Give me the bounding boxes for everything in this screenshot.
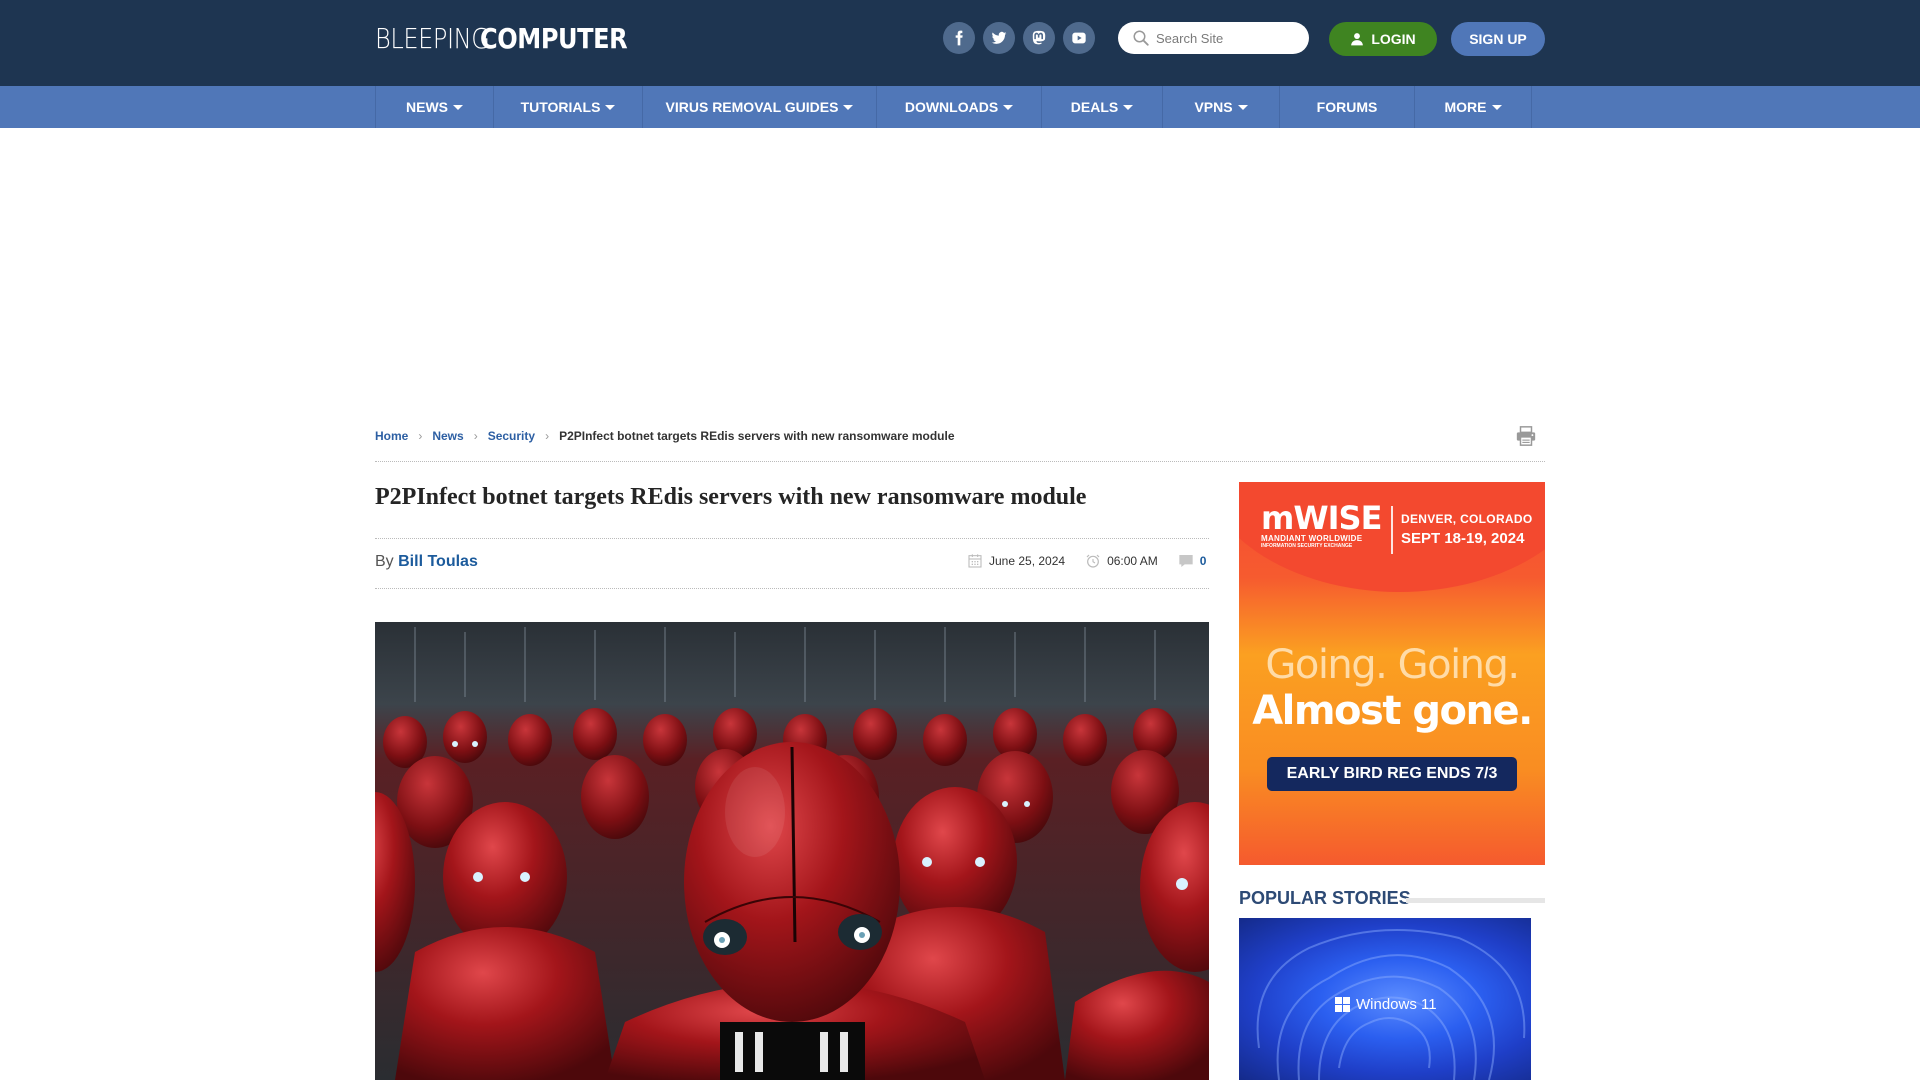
breadcrumb-news[interactable]: News (432, 429, 463, 443)
chevron-right-icon: › (418, 429, 423, 443)
main-nav: NEWS TUTORIALS VIRUS REMOVAL GUIDES DOWN… (0, 86, 1920, 128)
nav-label: TUTORIALS (520, 99, 601, 115)
robot-army-illustration (375, 622, 1209, 1080)
login-label: LOGIN (1371, 31, 1416, 47)
comment-icon[interactable] (1178, 553, 1194, 569)
caret-down-icon (1003, 104, 1014, 110)
nav-item-vpns[interactable]: VPNS (1163, 86, 1280, 128)
nav-item-news[interactable]: NEWS (376, 86, 494, 128)
caret-down-icon (843, 104, 854, 110)
site-logo[interactable]: BLEEPING COMPUTER (375, 20, 651, 56)
comment-count[interactable]: 0 (1200, 554, 1207, 568)
ad-brand-logo: mWISE MANDIANT WORLDWIDE INFORMATION SEC… (1261, 499, 1382, 549)
article-date: June 25, 2024 (989, 554, 1066, 568)
site-header: BLEEPINGCOMPUTER LOGIN SIGN UP (0, 0, 1920, 86)
nav-label: FORUMS (1316, 99, 1378, 115)
caret-down-icon (453, 104, 463, 110)
nav-label: MORE (1444, 99, 1487, 115)
byline-divider (375, 588, 1209, 589)
windows-icon (1335, 997, 1350, 1012)
popular-stories-rule (1406, 898, 1545, 903)
chevron-right-icon: › (545, 429, 550, 443)
windows-11-logo: Windows 11 (1335, 996, 1437, 1013)
mastodon-icon (1032, 30, 1046, 45)
nav-items: NEWS TUTORIALS VIRUS REMOVAL GUIDES DOWN… (375, 86, 1532, 128)
youtube-link[interactable] (1063, 22, 1095, 54)
search-box[interactable] (1118, 22, 1309, 54)
ad-location-block: DENVER, COLORADO SEPT 18-19, 2024 (1401, 512, 1532, 547)
article-title: P2PInfect botnet targets REdis servers w… (375, 484, 1087, 510)
twitter-link[interactable] (983, 22, 1015, 54)
caret-down-icon (1123, 104, 1134, 110)
logo-light-text: BLEEPING (375, 21, 490, 55)
ad-cta-button[interactable]: EARLY BIRD REG ENDS 7/3 (1267, 757, 1517, 791)
nav-label: VIRUS REMOVAL GUIDES (665, 99, 839, 115)
ad-headline-2: Almost gone. (1252, 688, 1533, 734)
ad-brand: mWISE (1261, 499, 1382, 537)
ad-headline-1: Going. Going. (1265, 642, 1520, 688)
facebook-link[interactable] (943, 22, 975, 54)
breadcrumb-divider (375, 461, 1545, 462)
clock-icon (1086, 554, 1100, 568)
ad-brand-sub2: INFORMATION SECURITY EXCHANGE (1261, 543, 1353, 549)
login-button[interactable]: LOGIN (1329, 22, 1437, 56)
nav-label: DOWNLOADS (904, 99, 999, 115)
nav-item-downloads[interactable]: DOWNLOADS (877, 86, 1042, 128)
nav-item-forums[interactable]: FORUMS (1280, 86, 1415, 128)
by-label: By (375, 553, 394, 570)
popular-stories-heading: POPULAR STORIES (1239, 888, 1411, 908)
signup-label: SIGN UP (1469, 31, 1527, 47)
popular-story-image[interactable]: Windows 11 (1239, 918, 1531, 1080)
youtube-icon (1072, 32, 1086, 44)
search-input[interactable] (1156, 30, 1296, 46)
nav-label: VPNS (1194, 99, 1233, 115)
caret-down-icon (1237, 104, 1248, 110)
caret-down-icon (605, 104, 616, 110)
nav-item-deals[interactable]: DEALS (1042, 86, 1163, 128)
print-icon[interactable] (1515, 425, 1537, 447)
title-divider (375, 538, 1209, 539)
windows-11-text: Windows 11 (1356, 996, 1437, 1013)
article-meta: June 25, 2024 06:00 AM 0 (967, 553, 1206, 569)
nav-item-more[interactable]: MORE (1415, 86, 1532, 128)
author-link[interactable]: Bill Toulas (398, 553, 478, 570)
article-byline: By Bill Toulas (375, 553, 478, 571)
calendar-icon (968, 554, 982, 568)
mastodon-link[interactable] (1023, 22, 1055, 54)
ad-divider (1391, 506, 1393, 554)
nav-item-tutorials[interactable]: TUTORIALS (494, 86, 643, 128)
logo-bold-text: COMPUTER (480, 21, 628, 55)
ad-location: DENVER, COLORADO (1401, 512, 1533, 526)
breadcrumb-home[interactable]: Home (375, 429, 408, 443)
twitter-icon (991, 31, 1007, 44)
signup-button[interactable]: SIGN UP (1451, 22, 1545, 56)
article-time: 06:00 AM (1107, 554, 1158, 568)
breadcrumb: Home › News › Security › P2PInfect botne… (375, 429, 955, 443)
caret-down-icon (1491, 104, 1502, 110)
search-icon (1133, 30, 1149, 46)
ad-dates: SEPT 18-19, 2024 (1401, 530, 1525, 547)
breadcrumb-current: P2PInfect botnet targets REdis servers w… (559, 429, 955, 443)
sidebar-ad-mwise[interactable]: mWISE MANDIANT WORLDWIDE INFORMATION SEC… (1239, 482, 1545, 865)
social-links (943, 22, 1095, 54)
chevron-right-icon: › (473, 429, 478, 443)
breadcrumb-security[interactable]: Security (488, 429, 535, 443)
nav-item-virus-removal-guides[interactable]: VIRUS REMOVAL GUIDES (643, 86, 877, 128)
nav-label: DEALS (1070, 99, 1119, 115)
user-icon (1351, 33, 1364, 46)
facebook-icon (955, 30, 963, 46)
nav-label: NEWS (406, 99, 448, 115)
article-hero-image (375, 622, 1209, 1080)
